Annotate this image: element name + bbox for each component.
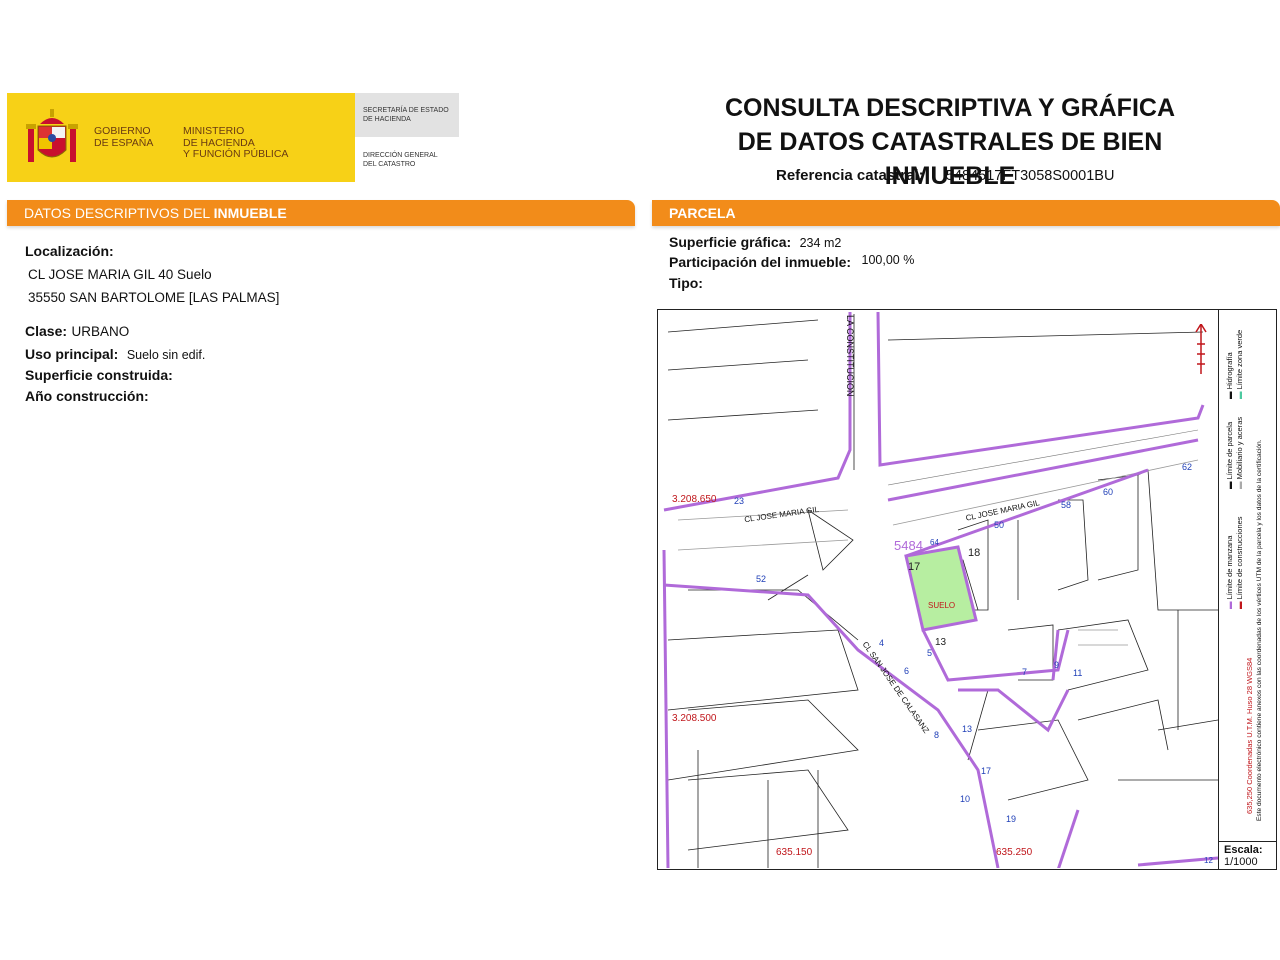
reference-label: Referencia catastral: bbox=[776, 167, 924, 184]
superficie-grafica-value: 234 m2 bbox=[799, 236, 842, 250]
legend-coordinates: 635,250 Coordenadas U.T.M. Huso 28 WGS84 bbox=[1245, 657, 1254, 814]
north-arrow-icon bbox=[1195, 324, 1207, 374]
localizacion-label: Localización: bbox=[25, 243, 114, 259]
street-number-5: 5 bbox=[927, 648, 933, 658]
cadastral-map[interactable]: LA CONSTITUCION CL JOSE MARIA GIL CL JOS… bbox=[657, 309, 1277, 870]
direccion-text: DIRECCIÓN GENERAL DEL CATASTRO bbox=[363, 152, 438, 169]
parcel-number-18: 18 bbox=[968, 547, 981, 559]
street-number-4: 4 bbox=[879, 638, 885, 648]
street-number-52: 52 bbox=[756, 574, 767, 584]
scale-label: Escala: bbox=[1224, 844, 1263, 856]
parcel-label: SUELO bbox=[928, 601, 956, 610]
street-number-8: 8 bbox=[934, 730, 940, 740]
street-number-62: 62 bbox=[1182, 462, 1193, 472]
street-number-9: 9 bbox=[1054, 660, 1060, 670]
street-number-58: 58 bbox=[1061, 500, 1072, 510]
direccion-line-2: DEL CATASTRO bbox=[363, 160, 416, 168]
street-number-19: 19 bbox=[1006, 814, 1017, 824]
coord-x-right: 635.250 bbox=[996, 847, 1033, 858]
street-number-7: 7 bbox=[1022, 667, 1028, 677]
legend-hidrografia: ▬ Hidrografía bbox=[1225, 352, 1234, 399]
tipo-label: Tipo: bbox=[669, 275, 703, 291]
parcela-bar: PARCELA bbox=[652, 200, 1280, 226]
street-number-23: 23 bbox=[734, 496, 745, 506]
gov-name: GOBIERNO DE ESPAÑA bbox=[94, 125, 154, 149]
clase-row: Clase: URBANO bbox=[25, 323, 129, 341]
gov-line-2: DE ESPAÑA bbox=[94, 136, 154, 149]
street-number-11: 11 bbox=[1073, 668, 1083, 678]
secretaria-line-2: DE HACIENDA bbox=[363, 115, 411, 123]
coat-of-arms-icon bbox=[26, 109, 78, 162]
street-number-50: 50 bbox=[994, 520, 1005, 530]
uso-value: Suelo sin edif. bbox=[126, 348, 206, 362]
legend-zona-verde: ▬ Límite zona verde bbox=[1235, 329, 1244, 399]
participacion-label: Participación del inmueble: bbox=[669, 254, 852, 270]
coord-y-top: 3.208.650 bbox=[672, 494, 717, 505]
street-number-17-b: 17 bbox=[981, 766, 992, 776]
map-drawing bbox=[662, 311, 1218, 868]
legend-parcela: ▬ Límite de parcela bbox=[1225, 421, 1234, 489]
street-number-10: 10 bbox=[960, 794, 971, 804]
map-scale: Escala: 1/1000 bbox=[1218, 841, 1277, 870]
parcel-polygon[interactable] bbox=[904, 545, 978, 632]
gov-line-1: GOBIERNO bbox=[94, 125, 151, 137]
descriptive-data-bar: DATOS DESCRIPTIVOS DEL INMUEBLE bbox=[7, 200, 635, 226]
street-number-13-b: 13 bbox=[962, 724, 973, 734]
ministry-line-3: Y FUNCIÓN PÚBLICA bbox=[183, 148, 289, 160]
street-number-64: 64 bbox=[930, 538, 939, 547]
map-legend: ▬ Límite de manzana ▬ Límite de construc… bbox=[1218, 309, 1278, 842]
title-line-1: CONSULTA DESCRIPTIVA Y GRÁFICA bbox=[724, 94, 1176, 122]
street-number-12: 12 bbox=[1204, 856, 1213, 865]
parcel-reference: 5484 bbox=[894, 538, 923, 553]
parcela-bar-label: PARCELA bbox=[669, 205, 736, 221]
superficie-grafica-row: Superficie gráfica: 234 m2 bbox=[669, 234, 841, 252]
clase-value: URBANO bbox=[71, 324, 130, 339]
uso-row: Uso principal: Suelo sin edif. bbox=[25, 346, 205, 364]
superficie-grafica-label: Superficie gráfica: bbox=[669, 234, 792, 250]
reference-value: 5484517FT3058S0001BU bbox=[945, 168, 1115, 184]
ministry-name: MINISTERIO DE HACIENDA Y FUNCIÓN PÚBLICA bbox=[183, 125, 289, 161]
ministry-line-1: MINISTERIO bbox=[183, 125, 245, 137]
legend-mobiliario: ▬ Mobiliario y aceras bbox=[1235, 416, 1244, 489]
secretaria-text: SECRETARÍA DE ESTADO DE HACIENDA bbox=[363, 107, 449, 124]
descriptive-bar-label: DATOS DESCRIPTIVOS DEL bbox=[24, 205, 214, 221]
street-number-60: 60 bbox=[1103, 487, 1114, 497]
parcel-number-13: 13 bbox=[935, 637, 947, 648]
direccion-line-1: DIRECCIÓN GENERAL bbox=[363, 152, 438, 159]
scale-value: 1/1000 bbox=[1224, 856, 1258, 868]
descriptive-bar-label-bold: INMUEBLE bbox=[213, 205, 287, 221]
reference-row: Referencia catastral: 5484517FT3058S0001… bbox=[776, 167, 1114, 184]
uso-label: Uso principal: bbox=[25, 346, 119, 362]
address-line-1: CL JOSE MARIA GIL 40 Suelo bbox=[28, 267, 212, 282]
address-line-2: 35550 SAN BARTOLOME [LAS PALMAS] bbox=[28, 290, 280, 305]
legend-construcciones: ▬ Límite de construcciones bbox=[1235, 516, 1244, 609]
anio-construccion-label: Año construcción: bbox=[25, 388, 149, 404]
superficie-construida-label: Superficie construida: bbox=[25, 367, 173, 383]
secretaria-line-1: SECRETARÍA DE ESTADO bbox=[363, 107, 449, 114]
coord-y-bottom: 3.208.500 bbox=[672, 713, 717, 724]
street-number-6: 6 bbox=[904, 666, 910, 676]
coord-x-left: 635.150 bbox=[776, 847, 813, 858]
clase-label: Clase: bbox=[25, 323, 68, 339]
participacion-value: 100,00 % bbox=[861, 253, 915, 267]
participacion-row: Participación del inmueble: 100,00 % bbox=[669, 253, 915, 272]
street-constitucion: LA CONSTITUCION bbox=[845, 315, 855, 397]
parcel-number-17: 17 bbox=[908, 561, 921, 573]
legend-note: Este documento electrónico contiene anex… bbox=[1256, 439, 1263, 821]
legend-manzana: ▬ Límite de manzana bbox=[1225, 535, 1234, 609]
